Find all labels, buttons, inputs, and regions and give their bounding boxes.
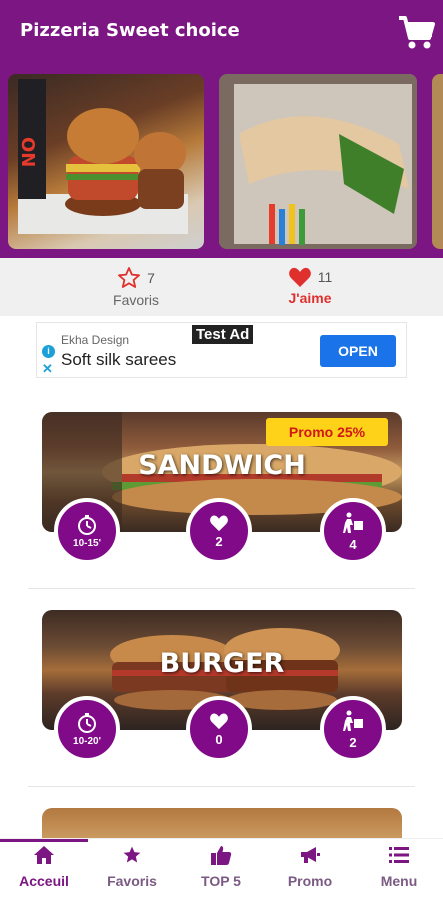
svg-text:ON: ON (17, 137, 38, 167)
heart-icon (210, 515, 228, 531)
nav-item-favorites[interactable]: Favoris (88, 843, 176, 889)
nav-label: TOP 5 (201, 873, 241, 889)
nav-label: Menu (380, 873, 418, 889)
likes-value: 0 (215, 731, 223, 747)
stopwatch-icon (78, 514, 96, 535)
burger-photo[interactable]: ON (8, 74, 204, 249)
home-icon (34, 846, 54, 864)
thumbs-up-icon (211, 846, 232, 865)
nav-item-home[interactable]: Acceuil (0, 843, 88, 889)
likes-count: 11 (317, 269, 333, 285)
ad-close-icon[interactable]: ✕ (42, 361, 53, 377)
bottom-nav: Acceuil Favoris TOP 5 Promo Menu (0, 838, 443, 900)
nav-item-top5[interactable]: TOP 5 (177, 843, 265, 889)
delivery-person-icon (343, 512, 363, 533)
nav-label: Favoris (107, 873, 157, 889)
list-icon (389, 847, 409, 863)
prep-time-badge: 10-20' (54, 696, 120, 762)
heart-icon (288, 267, 311, 287)
favorites-label: Favoris (113, 292, 159, 308)
deliveries-value: 2 (349, 734, 357, 750)
nav-active-indicator (0, 839, 88, 842)
megaphone-icon (301, 847, 320, 863)
nav-label: Promo (287, 873, 333, 889)
divider (28, 786, 415, 787)
likes-badge: 0 (186, 696, 252, 762)
category-title: SANDWICH (138, 450, 306, 481)
promo-badge: Promo 25% (266, 418, 388, 446)
delivery-badge: 2 (320, 696, 386, 762)
favorites-stat[interactable]: 7 Favoris (96, 266, 176, 308)
prep-time-value: 10-15' (73, 537, 101, 549)
ad-test-label: Test Ad (192, 325, 254, 344)
prep-time-value: 10-20' (73, 735, 101, 747)
cart-icon[interactable] (397, 12, 435, 52)
prep-time-badge: 10-15' (54, 498, 120, 564)
stopwatch-icon (78, 712, 96, 733)
category-title: BURGER (159, 648, 285, 679)
delivery-person-icon (343, 710, 363, 731)
star-outline-icon (118, 267, 140, 288)
wrap-photo[interactable] (219, 74, 417, 249)
partial-photo[interactable] (432, 74, 443, 249)
ad-info-icon[interactable]: i (42, 345, 55, 358)
likes-badge: 2 (186, 498, 252, 564)
ad-banner[interactable]: i ✕ Ekha Design Soft silk sarees Test Ad… (36, 322, 407, 378)
ad-title: Soft silk sarees (61, 350, 177, 369)
ad-open-button[interactable]: OPEN (320, 335, 396, 367)
divider (28, 588, 415, 589)
nav-label: Acceuil (19, 873, 69, 889)
header: Pizzeria Sweet choice ON (0, 0, 443, 258)
nav-item-menu[interactable]: Menu (355, 843, 443, 889)
heart-icon (210, 713, 228, 729)
favorites-count: 7 (147, 270, 155, 286)
ad-company: Ekha Design (61, 333, 130, 347)
likes-label: J'aime (288, 290, 332, 306)
star-icon (123, 846, 141, 863)
app-title: Pizzeria Sweet choice (20, 20, 240, 41)
likes-stat[interactable]: 11 J'aime (265, 266, 355, 306)
nav-item-promo[interactable]: Promo (266, 843, 354, 889)
likes-value: 2 (215, 533, 223, 549)
deliveries-value: 4 (349, 536, 357, 552)
stats-bar: 7 Favoris 11 J'aime (0, 258, 443, 316)
delivery-badge: 4 (320, 498, 386, 564)
